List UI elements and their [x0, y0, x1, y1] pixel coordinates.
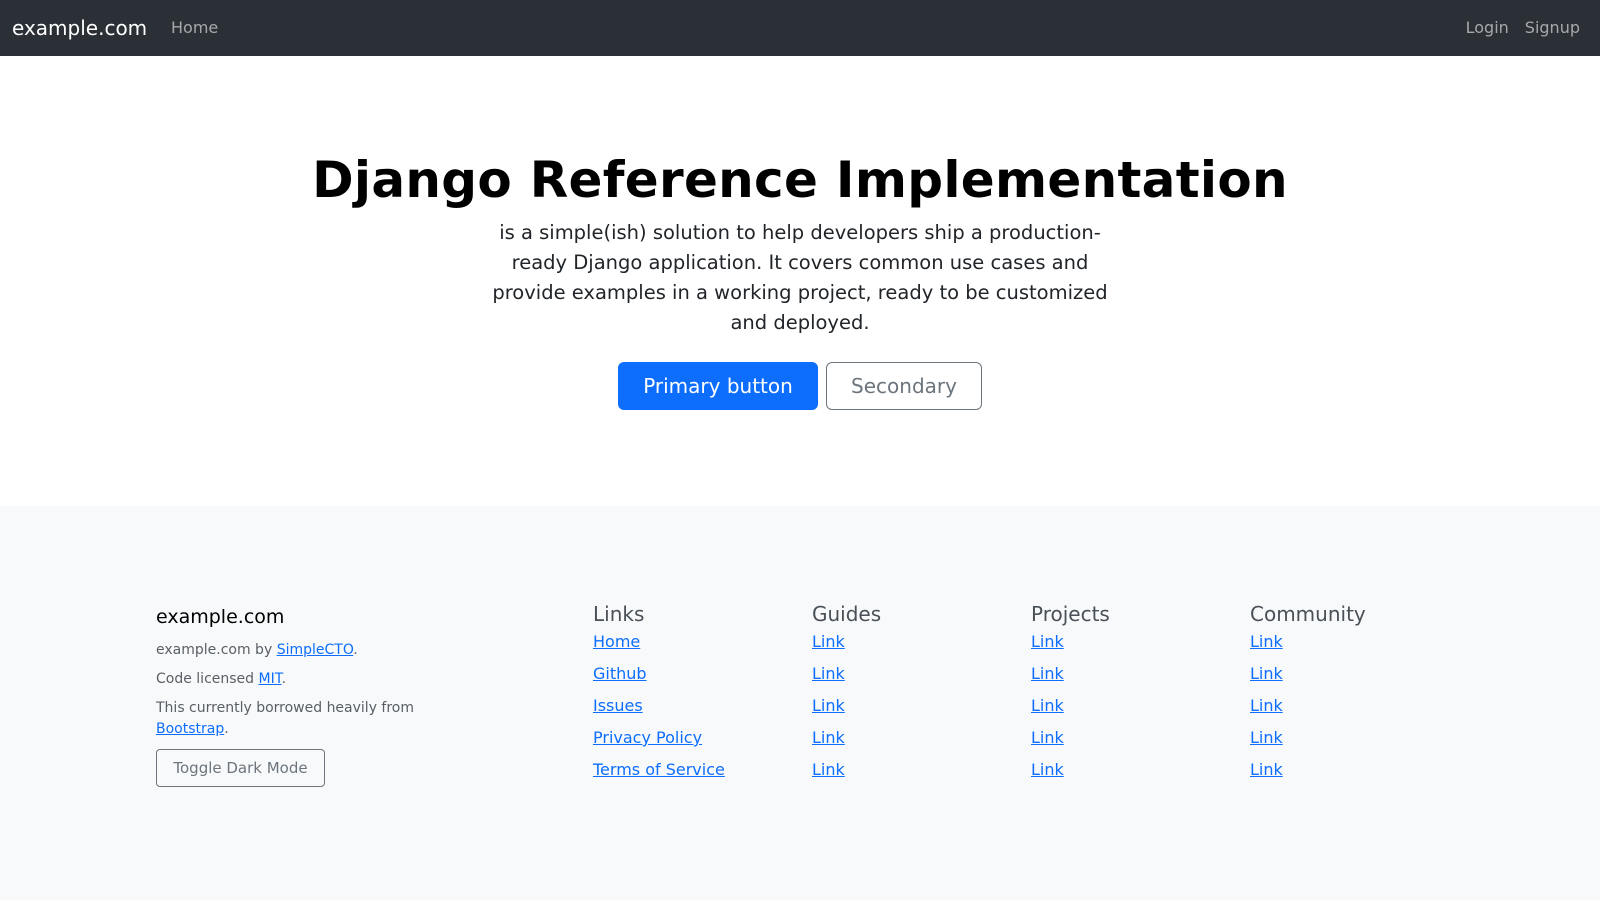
hero-lead-text: is a simple(ish) solution to help develo…: [492, 221, 1108, 334]
period: .: [224, 721, 229, 737]
primary-button[interactable]: Primary button: [618, 362, 818, 410]
top-navbar: example.com Home Login Signup: [0, 0, 1600, 56]
footer-link[interactable]: Link: [1250, 760, 1283, 779]
hero-buttons: Primary button Secondary: [0, 362, 1600, 410]
footer-link-terms-of-service[interactable]: Terms of Service: [593, 760, 725, 779]
mit-license-link[interactable]: MIT: [259, 671, 282, 687]
period: .: [281, 671, 287, 687]
footer-link[interactable]: Link: [812, 632, 845, 651]
footer-byline: example.com by SimpleCTO.: [156, 640, 446, 661]
footer-borrowed: This currently borrowed heavily from Boo…: [156, 698, 446, 740]
secondary-button[interactable]: Secondary: [826, 362, 982, 410]
footer-column-title: Guides: [812, 602, 882, 626]
footer-link[interactable]: Link: [1250, 728, 1283, 747]
footer-column-projects: Projects Link Link Link Link Link: [1031, 602, 1231, 792]
footer-link-privacy-policy[interactable]: Privacy Policy: [593, 728, 702, 747]
footer-link[interactable]: Link: [1250, 632, 1283, 651]
footer-link-home[interactable]: Home: [593, 632, 640, 651]
footer-license: Code licensed MIT.: [156, 669, 446, 690]
footer-byline-text: example.com by: [156, 642, 277, 658]
navbar-brand[interactable]: example.com: [12, 15, 147, 41]
footer-column-title: Projects: [1031, 602, 1110, 626]
nav-link-home[interactable]: Home: [171, 18, 218, 38]
footer-column-title: Links: [593, 602, 645, 626]
footer-link[interactable]: Link: [1031, 664, 1064, 683]
footer-column-community: Community Link Link Link Link Link: [1250, 602, 1450, 792]
footer-borrowed-text: This currently borrowed heavily from: [156, 700, 415, 716]
footer-link[interactable]: Link: [1031, 760, 1064, 779]
navbar-auth-links: Login Signup: [1466, 18, 1580, 38]
footer-column-links: Links Home Github Issues Privacy Policy …: [593, 602, 793, 792]
bootstrap-link[interactable]: Bootstrap: [156, 721, 224, 737]
site-footer: example.com example.com by SimpleCTO. Co…: [0, 506, 1600, 900]
footer-link[interactable]: Link: [1031, 728, 1064, 747]
footer-link[interactable]: Link: [812, 760, 845, 779]
hero-section: Django Reference Implementation is a sim…: [0, 56, 1600, 506]
footer-column-guides: Guides Link Link Link Link Link: [812, 602, 1012, 792]
nav-link-signup[interactable]: Signup: [1525, 18, 1580, 38]
footer-link[interactable]: Link: [812, 728, 845, 747]
footer-brand: example.com: [156, 606, 285, 628]
period: .: [353, 642, 358, 658]
footer-link[interactable]: Link: [812, 696, 845, 715]
footer-link-issues[interactable]: Issues: [593, 696, 643, 715]
footer-license-text: Code licensed: [156, 671, 259, 687]
toggle-dark-mode-button[interactable]: Toggle Dark Mode: [156, 749, 325, 787]
footer-link[interactable]: Link: [1250, 696, 1283, 715]
simplecto-link[interactable]: SimpleCTO: [277, 642, 354, 658]
footer-link[interactable]: Link: [1250, 664, 1283, 683]
footer-link-github[interactable]: Github: [593, 664, 647, 683]
footer-link[interactable]: Link: [1031, 696, 1064, 715]
hero-title: Django Reference Implementation: [312, 151, 1288, 209]
nav-link-login[interactable]: Login: [1466, 18, 1509, 38]
footer-link[interactable]: Link: [812, 664, 845, 683]
footer-link[interactable]: Link: [1031, 632, 1064, 651]
footer-column-title: Community: [1250, 602, 1366, 626]
